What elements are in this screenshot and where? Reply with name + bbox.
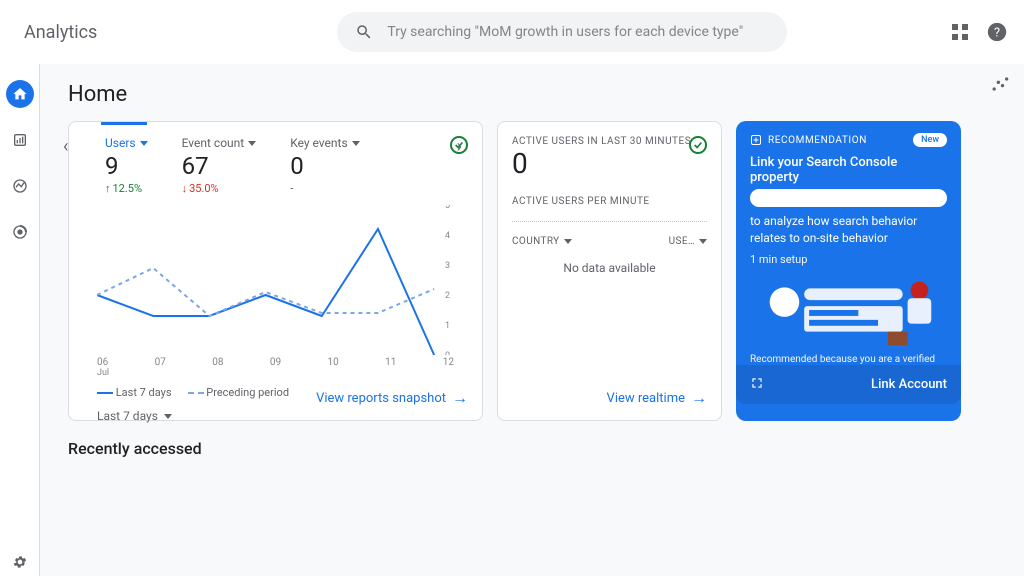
reco-description: to analyze how search behavior relates t…	[750, 213, 947, 247]
svg-text:0: 0	[445, 351, 450, 355]
svg-text:2: 2	[445, 291, 450, 301]
line-chart: 0 1 2 3 4 5	[97, 205, 454, 355]
check-badge-icon	[689, 136, 707, 154]
recommendation-badge: RECOMMENDATION	[750, 134, 867, 146]
metric-event-count[interactable]: Event count 67 ↓35.0%	[182, 136, 257, 195]
realtime-subtitle: ACTIVE USERS PER MINUTE	[512, 196, 707, 207]
no-data-text: No data available	[512, 261, 707, 275]
metric-key-events[interactable]: Key events 0 -	[290, 136, 359, 195]
recommendation-card: RECOMMENDATION New Link your Search Cons…	[736, 121, 961, 421]
nav-reports-icon[interactable]	[6, 126, 34, 154]
apps-icon[interactable]	[952, 24, 968, 40]
reco-illustration	[750, 272, 947, 350]
nav-explore-icon[interactable]	[6, 172, 34, 200]
svg-text:3: 3	[445, 261, 450, 271]
chart-x-sublabel: Jul	[97, 368, 468, 378]
overview-card: ‹ › Users 9 ↑12.5% Event count 67 ↓35.	[68, 121, 483, 421]
users-dropdown[interactable]: USE…	[669, 236, 707, 247]
realtime-title: ACTIVE USERS IN LAST 30 MINUTES	[512, 136, 707, 147]
help-icon[interactable]: ?	[986, 21, 1008, 43]
search-input[interactable]: Try searching "MoM growth in users for e…	[337, 12, 787, 52]
active-tab-indicator	[101, 122, 147, 125]
expand-icon[interactable]	[750, 375, 764, 394]
reco-reason: Recommended because you are a verified	[750, 354, 947, 365]
view-reports-snapshot-link[interactable]: View reports snapshot→	[316, 388, 468, 408]
search-icon	[355, 23, 373, 41]
content-area: Home ‹ › Users 9 ↑12.5% Event	[40, 64, 1024, 576]
nav-advertising-icon[interactable]	[6, 218, 34, 246]
realtime-card: ACTIVE USERS IN LAST 30 MINUTES 0 ACTIVE…	[497, 121, 722, 421]
period-selector[interactable]: Last 7 days	[97, 409, 468, 423]
search-placeholder: Try searching "MoM growth in users for e…	[387, 24, 743, 40]
svg-text:4: 4	[445, 231, 450, 241]
header-actions: ?	[952, 21, 1008, 43]
reco-setup-time: 1 min setup	[750, 253, 947, 266]
chart-x-labels: 06070809101112	[97, 357, 454, 368]
svg-text:1: 1	[445, 321, 450, 331]
reco-property-pill	[750, 189, 947, 207]
view-realtime-link[interactable]: View realtime→	[607, 388, 707, 408]
app-name: Analytics	[24, 22, 97, 43]
left-nav-rail	[0, 64, 40, 576]
realtime-value: 0	[512, 147, 707, 180]
link-account-button[interactable]: Link Account	[871, 377, 947, 392]
recently-accessed-heading: Recently accessed	[68, 439, 1000, 458]
insights-icon[interactable]	[986, 70, 1014, 98]
logo-area: Analytics	[16, 22, 97, 43]
page-title: Home	[68, 82, 1000, 107]
metric-users[interactable]: Users 9 ↑12.5%	[105, 136, 148, 195]
top-header: Analytics Try searching "MoM growth in u…	[0, 0, 1024, 64]
nav-home-icon[interactable]	[6, 80, 34, 108]
new-badge: New	[913, 133, 947, 147]
svg-text:5: 5	[445, 205, 450, 211]
reco-title: Link your Search Console property	[750, 155, 947, 185]
country-dropdown[interactable]: COUNTRY	[512, 236, 572, 247]
svg-text:?: ?	[994, 26, 1000, 41]
prev-metric-button[interactable]: ‹	[63, 136, 68, 157]
nav-admin-gear-icon[interactable]	[6, 548, 34, 576]
